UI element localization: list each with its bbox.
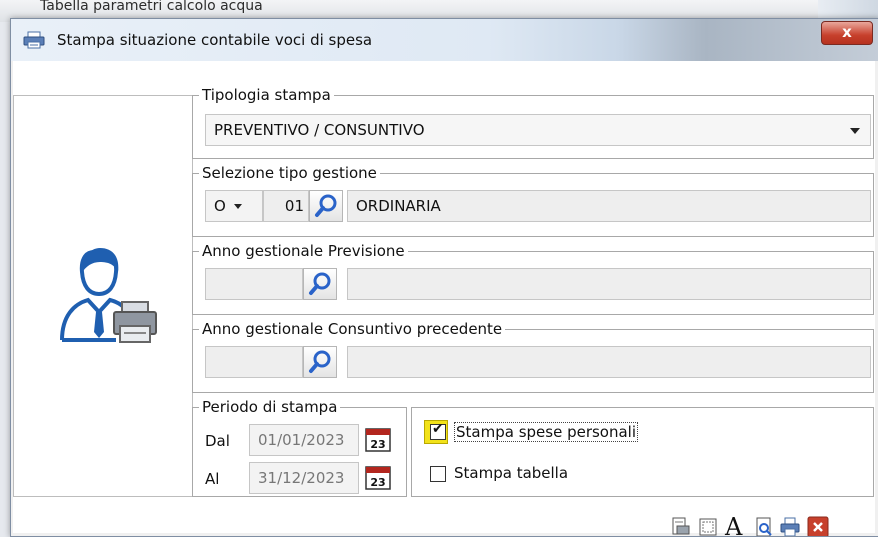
window-title: Stampa situazione contabile voci di spes… bbox=[57, 31, 373, 49]
chevron-down-icon bbox=[233, 204, 242, 209]
spese-personali-label: Stampa spese personali bbox=[454, 422, 639, 442]
al-date-field[interactable]: 31/12/2023 bbox=[249, 462, 359, 494]
dialog-content: Tipologia stampa PREVENTIVO / CONSUNTIVO… bbox=[13, 61, 875, 536]
tipo-gestione-group: Selezione tipo gestione O 01 ORDINARIA bbox=[192, 164, 874, 237]
tipologia-select[interactable]: PREVENTIVO / CONSUNTIVO bbox=[205, 114, 871, 146]
previsione-description-field[interactable] bbox=[347, 268, 871, 300]
user-printer-icon bbox=[60, 248, 157, 343]
dal-date-value: 01/01/2023 bbox=[258, 431, 345, 449]
calendar-day: 23 bbox=[370, 438, 385, 451]
print-icon[interactable] bbox=[779, 516, 801, 537]
print-setup-icon[interactable] bbox=[669, 516, 691, 537]
title-bar[interactable]: Stampa situazione contabile voci di spes… bbox=[11, 19, 878, 61]
tipologia-stampa-group: Tipologia stampa PREVENTIVO / CONSUNTIVO bbox=[192, 86, 874, 159]
gestione-code-field[interactable]: 01 bbox=[263, 190, 309, 222]
gestione-description-field[interactable]: ORDINARIA bbox=[347, 190, 871, 222]
al-label: Al bbox=[205, 470, 220, 488]
font-icon[interactable]: A bbox=[725, 515, 747, 536]
previsione-search-button[interactable] bbox=[303, 268, 337, 300]
printer-icon bbox=[23, 31, 45, 49]
tabella-option[interactable]: Stampa tabella bbox=[424, 464, 624, 488]
search-icon bbox=[309, 272, 331, 295]
chevron-down-icon[interactable] bbox=[850, 128, 860, 134]
gestione-search-button[interactable] bbox=[309, 190, 343, 222]
calendar-day: 23 bbox=[370, 476, 385, 489]
anno-consuntivo-group: Anno gestionale Consuntivo precedente bbox=[192, 320, 874, 393]
tabella-label: Stampa tabella bbox=[454, 464, 569, 482]
gestione-type-value: O bbox=[214, 197, 226, 215]
gestione-code-value: 01 bbox=[284, 197, 304, 215]
consuntivo-year-field[interactable] bbox=[205, 346, 303, 378]
periodo-stampa-legend: Periodo di stampa bbox=[199, 398, 341, 416]
calendar-icon[interactable]: 23 bbox=[365, 426, 391, 452]
dal-date-field[interactable]: 01/01/2023 bbox=[249, 424, 359, 456]
dal-label: Dal bbox=[205, 432, 230, 450]
tipologia-value: PREVENTIVO / CONSUNTIVO bbox=[214, 121, 425, 139]
periodo-stampa-group: Periodo di stampa Dal 01/01/2023 23 Al 3… bbox=[192, 398, 407, 497]
close-icon: x bbox=[842, 23, 852, 41]
options-group: ✔ Stampa spese personali Stampa tabella bbox=[411, 407, 874, 497]
close-button[interactable]: x bbox=[821, 21, 873, 45]
tipo-gestione-legend: Selezione tipo gestione bbox=[199, 164, 380, 182]
anno-consuntivo-legend: Anno gestionale Consuntivo precedente bbox=[199, 320, 506, 338]
search-icon bbox=[315, 194, 337, 217]
spese-personali-option[interactable]: ✔ Stampa spese personali bbox=[424, 420, 664, 446]
anno-previsione-legend: Anno gestionale Previsione bbox=[199, 242, 408, 260]
search-icon bbox=[309, 350, 331, 373]
calendar-icon[interactable]: 23 bbox=[365, 464, 391, 490]
left-panel bbox=[13, 95, 193, 497]
spese-personali-checkbox[interactable]: ✔ bbox=[430, 421, 446, 440]
gestione-type-select[interactable]: O bbox=[205, 190, 263, 222]
al-date-value: 31/12/2023 bbox=[258, 469, 345, 487]
print-preview-icon[interactable] bbox=[753, 516, 775, 537]
anno-previsione-group: Anno gestionale Previsione bbox=[192, 242, 874, 315]
consuntivo-search-button[interactable] bbox=[303, 346, 337, 378]
page-frame-icon[interactable] bbox=[697, 516, 719, 537]
tipologia-stampa-legend: Tipologia stampa bbox=[199, 86, 334, 104]
tabella-checkbox[interactable] bbox=[430, 466, 446, 482]
print-dialog: Stampa situazione contabile voci di spes… bbox=[10, 18, 878, 537]
consuntivo-description-field[interactable] bbox=[347, 346, 871, 378]
background-window-title: Tabella parametri calcolo acqua bbox=[40, 0, 263, 14]
check-icon: ✔ bbox=[432, 421, 444, 437]
close-icon[interactable] bbox=[807, 516, 829, 537]
previsione-year-field[interactable] bbox=[205, 268, 303, 300]
gestione-description-value: ORDINARIA bbox=[356, 197, 441, 215]
